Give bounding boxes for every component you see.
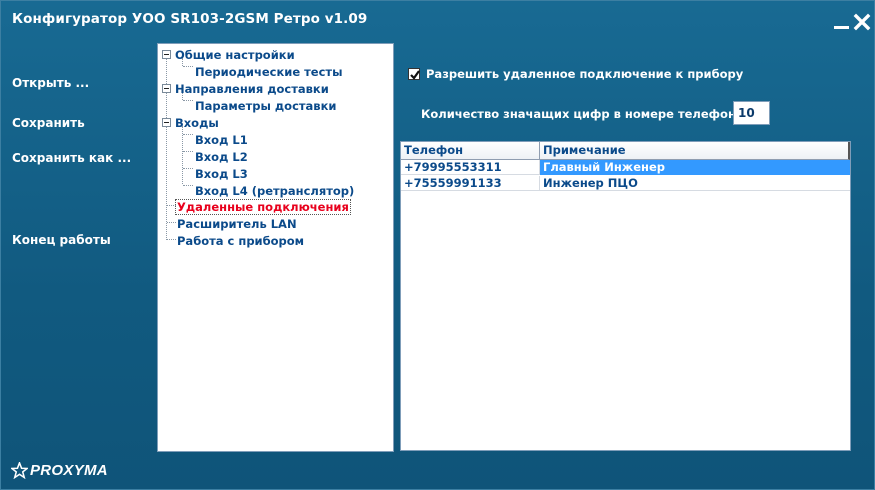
tree-node-periodic-tests[interactable]: Периодические тесты <box>195 64 342 80</box>
collapse-icon[interactable] <box>162 118 171 127</box>
tree-line <box>183 100 193 101</box>
close-icon <box>853 13 871 31</box>
tree-line <box>183 151 193 152</box>
allow-remote-checkbox[interactable] <box>408 68 420 80</box>
cell-phone[interactable]: +75559991133 <box>401 176 540 191</box>
footer: PROXYMA <box>1 452 874 489</box>
tree-line <box>167 222 176 223</box>
table-row[interactable]: +79995553311 Главный Инженер <box>401 160 850 175</box>
tree-node-remote[interactable]: Удаленные подключения <box>175 199 351 215</box>
tree-line <box>183 66 193 67</box>
column-header-phone[interactable]: Телефон <box>401 142 540 160</box>
content-panel: Разрешить удаленное подключение к прибор… <box>394 43 854 452</box>
checkmark-icon <box>410 70 420 80</box>
tree-node-general[interactable]: Общие настройки <box>175 47 295 63</box>
title-bar: Конфигуратор УОО SR103-2GSM Ретро v1.09 <box>1 1 874 43</box>
tree-line <box>183 168 193 169</box>
tree-node-delivery-params[interactable]: Параметры доставки <box>195 98 336 114</box>
collapse-icon[interactable] <box>162 50 171 59</box>
tree-node-inputs[interactable]: Входы <box>175 115 219 131</box>
minimize-button[interactable] <box>831 7 853 33</box>
tree-line <box>183 134 193 135</box>
tree-node-input-l4[interactable]: Вход L4 (ретранслятор) <box>195 183 354 199</box>
allow-remote-row: Разрешить удаленное подключение к прибор… <box>408 66 743 82</box>
app-window: Конфигуратор УОО SR103-2GSM Ретро v1.09 … <box>0 0 875 490</box>
phone-table: Телефон Примечание +79995553311 Главный … <box>400 141 851 451</box>
column-header-note[interactable]: Примечание <box>540 142 850 160</box>
cell-phone[interactable]: +79995553311 <box>401 160 540 175</box>
save-as-button[interactable]: Сохранить как ... <box>12 151 131 165</box>
cell-note[interactable]: Инженер ПЦО <box>540 176 850 191</box>
tree-node-input-l3[interactable]: Вход L3 <box>195 166 248 182</box>
table-row[interactable]: +75559991133 Инженер ПЦО <box>401 176 850 191</box>
open-button[interactable]: Открыть ... <box>12 76 89 90</box>
tree-node-input-l1[interactable]: Вход L1 <box>195 132 248 148</box>
digits-label: Количество значащих цифр в номере телефо… <box>421 107 749 121</box>
tree-node-input-l2[interactable]: Вход L2 <box>195 149 248 165</box>
digits-input[interactable] <box>733 101 770 125</box>
tree-node-device[interactable]: Работа с прибором <box>177 233 304 249</box>
tree-node-lan[interactable]: Расширитель LAN <box>177 216 297 232</box>
window-title: Конфигуратор УОО SR103-2GSM Ретро v1.09 <box>12 11 368 27</box>
tree-node-delivery-directions[interactable]: Направления доставки <box>175 81 329 97</box>
table-header: Телефон Примечание <box>401 142 850 160</box>
brand-name: PROXYMA <box>30 462 108 479</box>
collapse-icon[interactable] <box>162 84 171 93</box>
cell-note[interactable]: Главный Инженер <box>540 160 850 175</box>
save-button[interactable]: Сохранить <box>12 116 85 130</box>
star-icon <box>11 462 28 479</box>
settings-tree: Общие настройки Периодические тесты Напр… <box>157 43 394 452</box>
brand-logo: PROXYMA <box>11 462 108 479</box>
close-button[interactable] <box>851 7 873 33</box>
allow-remote-label: Разрешить удаленное подключение к прибор… <box>426 67 744 81</box>
tree-line <box>167 239 176 240</box>
exit-button[interactable]: Конец работы <box>12 233 111 247</box>
minimize-icon <box>834 26 849 29</box>
tree-line <box>183 185 193 186</box>
